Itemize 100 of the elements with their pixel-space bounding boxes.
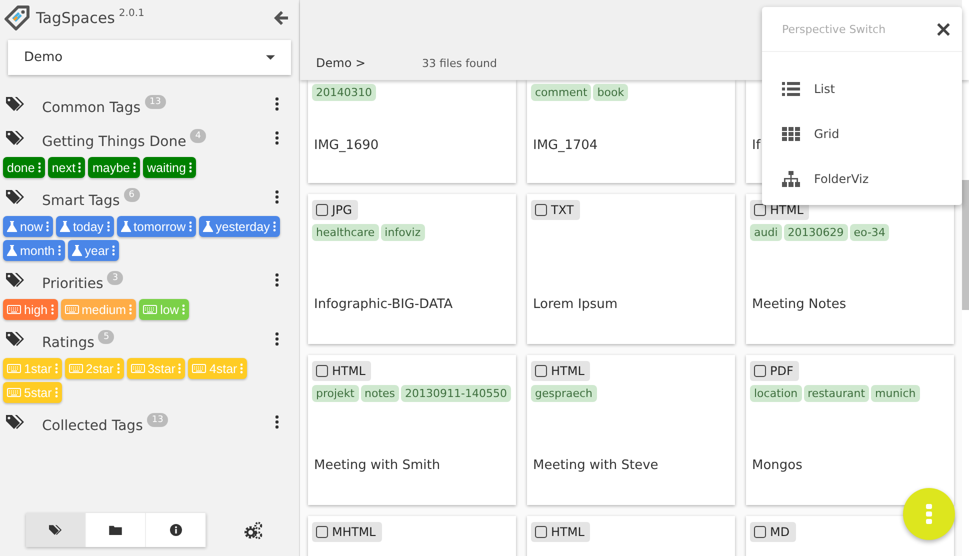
file-tag[interactable]: book [593,84,628,101]
tag-chip[interactable]: next [48,157,86,178]
keyboard-icon [7,388,21,397]
more-icon[interactable] [275,97,279,111]
file-tag[interactable]: audi [750,224,782,241]
checkbox[interactable] [754,204,766,216]
checkbox[interactable] [316,204,328,216]
tag-count-badge: 5 [98,330,114,344]
menu-item[interactable]: Grid [762,111,962,156]
checkbox[interactable] [535,526,547,538]
flask-icon [7,245,17,256]
file-tag[interactable]: projekt [312,385,358,402]
tag-chip[interactable]: year [68,240,120,261]
breadcrumb-link[interactable]: Demo > [316,56,422,70]
tag-group-title[interactable]: Smart Tags [42,193,120,209]
checkbox[interactable] [754,365,766,377]
tag-chip[interactable]: high [3,299,58,320]
keyboard-icon [64,305,79,314]
scrollbar-thumb[interactable] [962,180,969,310]
file-card[interactable]: HTML gespraech Meeting with Steve [527,355,735,505]
file-tag[interactable]: location [750,385,802,402]
tag-group-title[interactable]: Common Tags [42,100,140,116]
file-type-chip[interactable]: HTML [531,361,590,381]
file-tag[interactable]: restaurant [804,385,870,402]
more-icon[interactable] [275,273,279,287]
settings-icon[interactable] [244,520,263,540]
file-card[interactable]: HTML audi 20130629 eo-34 Meeting Notes [746,194,954,344]
file-card[interactable]: JPG healthcare infoviz Infographic-BIG-DATA [308,194,516,344]
info-icon [170,524,182,536]
tags-icon [48,524,62,536]
file-card[interactable]: PDF location restaurant munich Mongos [746,355,954,505]
keyboard-icon [192,364,206,373]
tag-chip[interactable]: month [3,240,65,261]
tag-chip[interactable]: yesterday [198,216,280,237]
file-tag[interactable]: infoviz [380,224,425,241]
file-tag[interactable]: comment [531,84,592,101]
checkbox[interactable] [754,526,766,538]
flask-icon [7,221,17,232]
file-tag[interactable]: 20140310 [312,84,376,101]
file-name: Meeting Notes [751,297,848,312]
menu-item[interactable]: List [762,66,962,111]
more-icon[interactable] [275,190,279,204]
flask-icon [60,221,70,232]
more-icon[interactable] [188,162,192,173]
file-tag[interactable]: munich [871,385,920,402]
more-icon[interactable] [78,162,82,173]
checkbox[interactable] [316,365,328,377]
file-name: IMG_1690 [313,138,380,153]
tag-chip[interactable]: tomorrow [116,216,196,237]
tag-chip[interactable]: waiting [142,157,196,178]
more-icon[interactable] [275,332,279,346]
file-tag[interactable]: eo-34 [850,224,890,241]
file-card[interactable]: comment book IMG_1704 [527,80,735,183]
tag-group-title[interactable]: Collected Tags [42,418,143,434]
file-name: Meeting with Smith [313,458,442,473]
file-type-chip[interactable]: JPG [312,200,358,220]
file-tag[interactable]: healthcare [312,224,379,241]
file-card[interactable]: HTML [527,516,735,556]
file-card[interactable]: HTML projekt notes 20130911-140550 Meeting with Smith [308,355,516,505]
tag-chip[interactable]: maybe [88,157,140,178]
file-type-chip[interactable]: HTML [531,522,590,542]
file-card[interactable]: 20140310 IMG_1690 [308,80,516,183]
tag-chip[interactable]: today [56,216,114,237]
tag-chip[interactable]: now [3,216,53,237]
file-tag[interactable]: 20130629 [784,224,848,241]
more-icon[interactable] [275,415,279,429]
close-icon[interactable] [937,22,950,36]
sidebar-tab[interactable] [26,513,86,547]
more-icon[interactable] [132,162,136,173]
keyboard-icon [7,305,21,314]
sidebar-tab[interactable] [86,513,146,547]
checkbox[interactable] [535,204,547,216]
list-icon [782,82,800,96]
tag-chip[interactable]: done [3,157,45,178]
file-type-chip[interactable]: TXT [531,200,580,220]
file-type-chip[interactable]: MHTML [312,522,382,542]
file-name: Lorem Ipsum [532,297,619,312]
file-card[interactable]: MHTML [308,516,516,556]
tag-logo-icon [4,5,30,31]
back-arrow-icon[interactable] [273,10,289,26]
more-icon[interactable] [38,162,41,173]
location-dropdown[interactable]: Demo [8,40,291,75]
tag-group-title[interactable]: Priorities [42,276,104,292]
file-card[interactable]: TXT Lorem Ipsum [527,194,735,344]
file-type-chip[interactable]: MD [750,522,796,542]
more-icon[interactable] [275,131,279,145]
checkbox[interactable] [316,526,328,538]
tag-count-badge: 4 [190,129,206,143]
sidebar-tab[interactable] [146,513,206,547]
tags-icon [6,130,26,146]
tag-count-badge: 3 [107,271,124,285]
tag-group-title[interactable]: Getting Things Done [42,134,186,150]
checkbox[interactable] [535,365,547,377]
file-tag[interactable]: notes [360,385,400,402]
tags-icon [6,272,26,288]
file-type-chip[interactable]: HTML [312,361,372,381]
file-tag[interactable]: gespraech [531,385,597,402]
tag-group-title[interactable]: Ratings [42,335,94,351]
file-tag[interactable]: 20130911-140550 [401,385,511,402]
file-type-chip[interactable]: PDF [750,361,800,381]
